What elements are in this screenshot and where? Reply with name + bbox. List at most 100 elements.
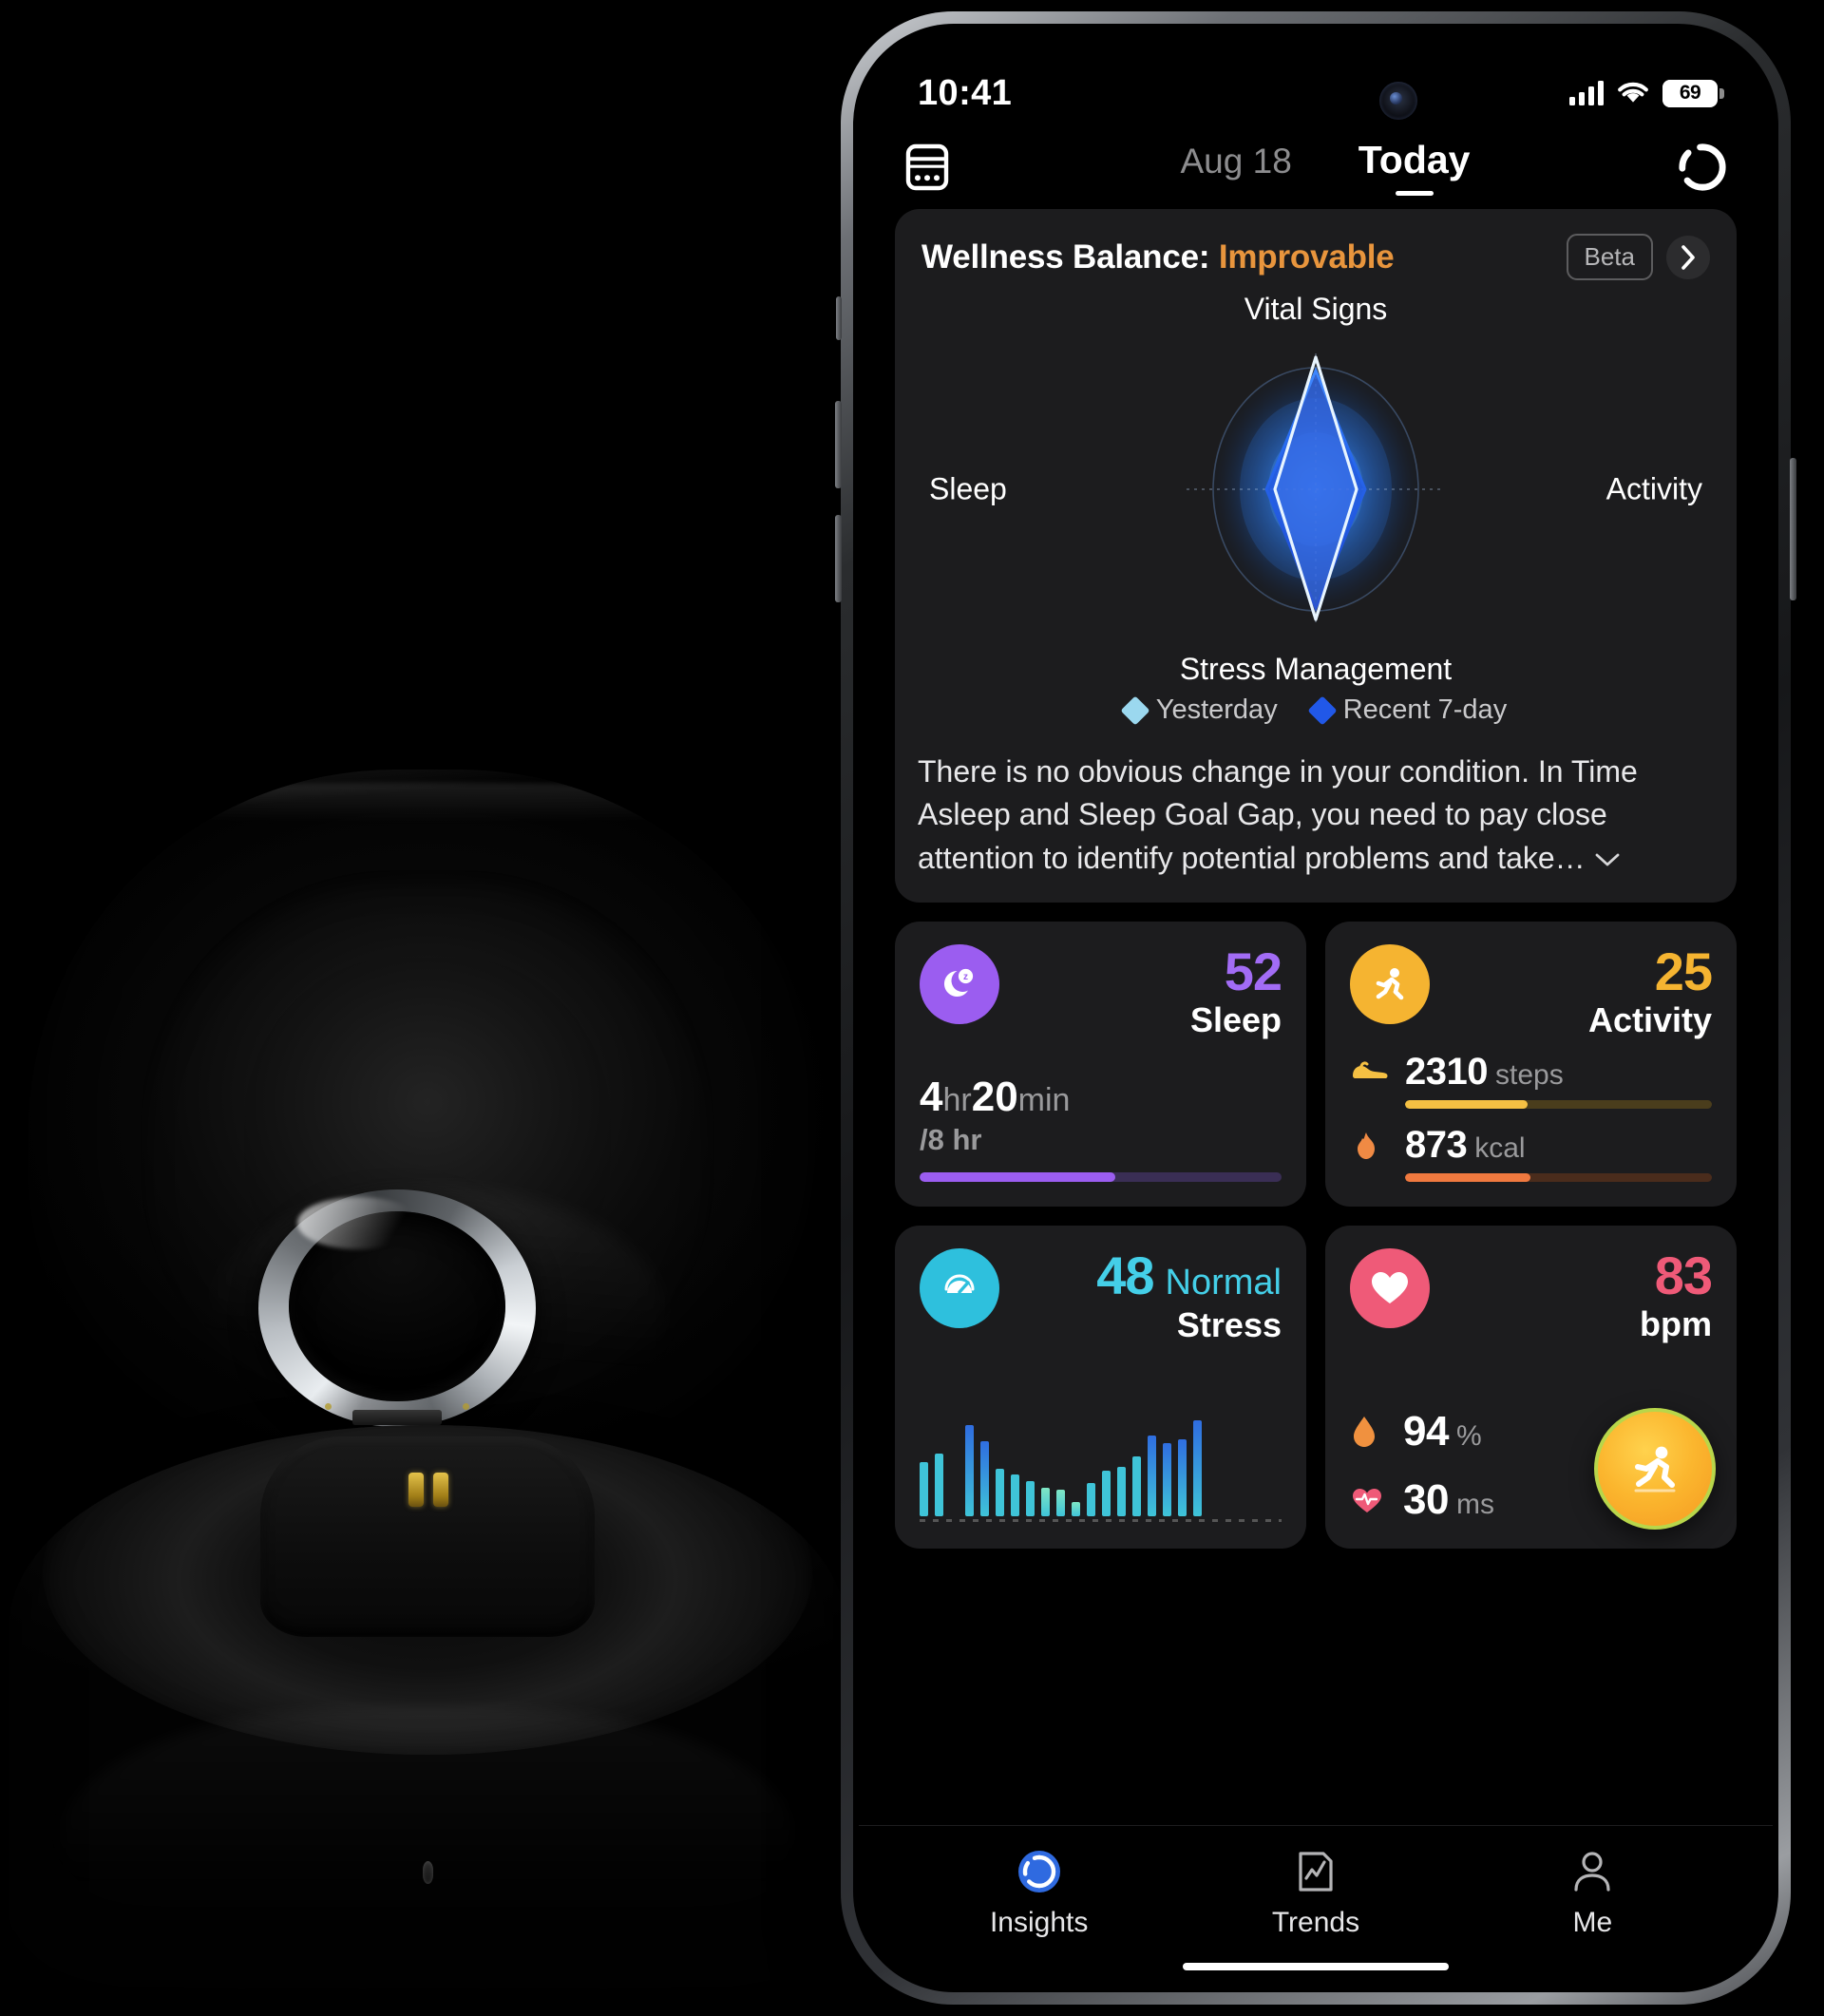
- wellness-description[interactable]: There is no obvious change in your condi…: [918, 751, 1714, 880]
- charging-case-base: [10, 1425, 846, 2014]
- stress-bar: [1026, 1480, 1035, 1517]
- volume-up-button[interactable]: [835, 401, 842, 488]
- sleep-label: Sleep: [1189, 1000, 1282, 1040]
- wellness-balance-card[interactable]: Wellness Balance: Improvable Beta Vital …: [895, 209, 1737, 903]
- wellness-detail-button[interactable]: [1666, 235, 1710, 279]
- blood-oxygen-value: 94: [1403, 1408, 1449, 1455]
- activity-label: Activity: [1587, 1000, 1712, 1040]
- moon-sleep-icon: z: [920, 944, 999, 1025]
- stress-score-block: 48 Normal Stress: [1096, 1248, 1282, 1345]
- wellness-title-prefix: Wellness Balance:: [922, 238, 1219, 276]
- stress-gauge-icon: [920, 1248, 999, 1329]
- hrv-unit: ms: [1455, 1489, 1494, 1521]
- radar-axis-label-vital-signs: Vital Signs: [1244, 292, 1388, 326]
- sleep-duration-minutes: 20: [971, 1074, 1018, 1121]
- calendar-icon[interactable]: [904, 142, 950, 193]
- stress-chart-axis: [920, 1519, 1282, 1523]
- sleep-metric-card[interactable]: z 52 Sleep 4hr20min /8 hr: [895, 922, 1306, 1208]
- silent-switch[interactable]: [836, 296, 842, 340]
- tab-label-me: Me: [1572, 1907, 1613, 1938]
- stress-bar: [1193, 1420, 1202, 1517]
- battery-icon: 69: [1662, 79, 1724, 107]
- case-lid-rim-highlight: [30, 783, 825, 823]
- tab-me[interactable]: Me: [1497, 1847, 1687, 1939]
- activity-steps-unit: steps: [1494, 1059, 1564, 1092]
- hrv-block: 30 ms: [1403, 1476, 1494, 1524]
- activity-kcal-progress-bar: [1405, 1173, 1712, 1183]
- radar-polygons: [1187, 353, 1445, 625]
- sleep-score: 52: [1224, 941, 1282, 1002]
- charging-cradle: [260, 1436, 595, 1638]
- start-workout-fab[interactable]: [1594, 1408, 1716, 1531]
- stress-bar: [1163, 1443, 1171, 1517]
- radar-legend: Yesterday Recent 7-day: [918, 694, 1714, 726]
- activity-steps-block: 2310 steps: [1405, 1051, 1712, 1110]
- activity-card-stats: 2310 steps 873 kcal: [1350, 1051, 1712, 1183]
- stress-metric-card[interactable]: 48 Normal Stress: [895, 1226, 1306, 1550]
- workout-running-icon: [1634, 1446, 1676, 1493]
- smart-ring-charging-contact: [352, 1410, 442, 1425]
- activity-score-block: 25 Activity: [1587, 944, 1713, 1040]
- sneaker-icon: [1350, 1051, 1390, 1088]
- tab-insights[interactable]: Insights: [944, 1847, 1134, 1939]
- case-base-screw: [422, 1860, 433, 1884]
- app-content-scroll[interactable]: Wellness Balance: Improvable Beta Vital …: [859, 209, 1773, 1825]
- heart-rate-metric-card[interactable]: 83 bpm 94 % 30 ms: [1325, 1226, 1737, 1550]
- charging-pin-left: [408, 1473, 424, 1508]
- volume-down-button[interactable]: [835, 515, 842, 602]
- activity-kcal-row: 873 kcal: [1350, 1124, 1712, 1183]
- stress-bar: [980, 1441, 989, 1517]
- wellness-description-text: There is no obvious change in your condi…: [918, 754, 1638, 875]
- product-photo-smart-ring-case: [0, 0, 855, 2016]
- stress-bar: [1102, 1470, 1111, 1517]
- charging-pin-right: [432, 1473, 448, 1508]
- legend-diamond-recent-7-day: [1307, 694, 1338, 726]
- stress-bar: [1087, 1483, 1095, 1517]
- phone-bezel: 10:41 69 Aug 18 Today Wellness Balance: …: [853, 24, 1778, 1992]
- activity-card-header: 25 Activity: [1350, 944, 1713, 1040]
- stress-score: 48: [1096, 1246, 1154, 1306]
- stress-bar: [1132, 1455, 1141, 1517]
- legend-diamond-yesterday: [1120, 694, 1150, 726]
- stress-bar: [1178, 1438, 1187, 1517]
- chevron-down-icon[interactable]: [1593, 850, 1622, 869]
- date-tab-previous[interactable]: Aug 18: [1181, 142, 1292, 181]
- power-button[interactable]: [1790, 458, 1796, 600]
- legend-label-recent-7-day: Recent 7-day: [1342, 694, 1508, 725]
- smart-ring-highlight: [296, 1196, 420, 1249]
- tab-label-trends: Trends: [1271, 1907, 1360, 1938]
- chevron-right-icon: [1682, 244, 1695, 270]
- stress-bar: [1117, 1466, 1126, 1517]
- radar-axis-label-activity: Activity: [1606, 471, 1702, 506]
- tab-trends[interactable]: Trends: [1221, 1847, 1411, 1939]
- date-tab-today[interactable]: Today: [1358, 138, 1470, 196]
- activity-kcal-block: 873 kcal: [1405, 1124, 1712, 1183]
- activity-steps-row: 2310 steps: [1350, 1051, 1712, 1110]
- heart-card-header: 83 bpm: [1350, 1248, 1713, 1344]
- stress-bar: [1148, 1435, 1156, 1517]
- wellness-title: Wellness Balance: Improvable: [922, 238, 1553, 276]
- metric-card-grid: z 52 Sleep 4hr20min /8 hr 25 Activity 23…: [895, 922, 1737, 1550]
- flame-icon: [1350, 1124, 1390, 1167]
- iphone-device-frame: 10:41 69 Aug 18 Today Wellness Balance: …: [835, 11, 1796, 2005]
- sleep-score-block: 52 Sleep: [1190, 944, 1282, 1040]
- smart-ring-sensor-led-left: [325, 1403, 332, 1410]
- sleep-progress-bar: [920, 1172, 1282, 1183]
- app-header: Aug 18 Today: [859, 132, 1773, 209]
- sleep-card-stats: 4hr20min /8 hr: [920, 1074, 1282, 1183]
- stress-card-header: 48 Normal Stress: [920, 1248, 1282, 1345]
- stress-bar-series: [920, 1412, 1202, 1517]
- insights-ring-icon: [1016, 1847, 1062, 1896]
- dynamic-island[interactable]: [1189, 62, 1442, 140]
- activity-metric-card[interactable]: 25 Activity 2310 steps 873 kcal: [1325, 922, 1737, 1208]
- stress-bar: [1041, 1487, 1050, 1517]
- stress-label: Stress: [1176, 1305, 1282, 1345]
- heart-rate-unit-label: bpm: [1640, 1304, 1712, 1344]
- home-indicator[interactable]: [859, 1947, 1773, 1987]
- legend-item-yesterday: Yesterday: [1120, 694, 1278, 726]
- sleep-duration-hours-unit: hr: [942, 1082, 972, 1119]
- stress-bar: [935, 1454, 943, 1517]
- stress-bar: [1072, 1501, 1080, 1517]
- stress-state: Normal: [1165, 1263, 1282, 1303]
- sync-refresh-icon[interactable]: [1678, 143, 1727, 192]
